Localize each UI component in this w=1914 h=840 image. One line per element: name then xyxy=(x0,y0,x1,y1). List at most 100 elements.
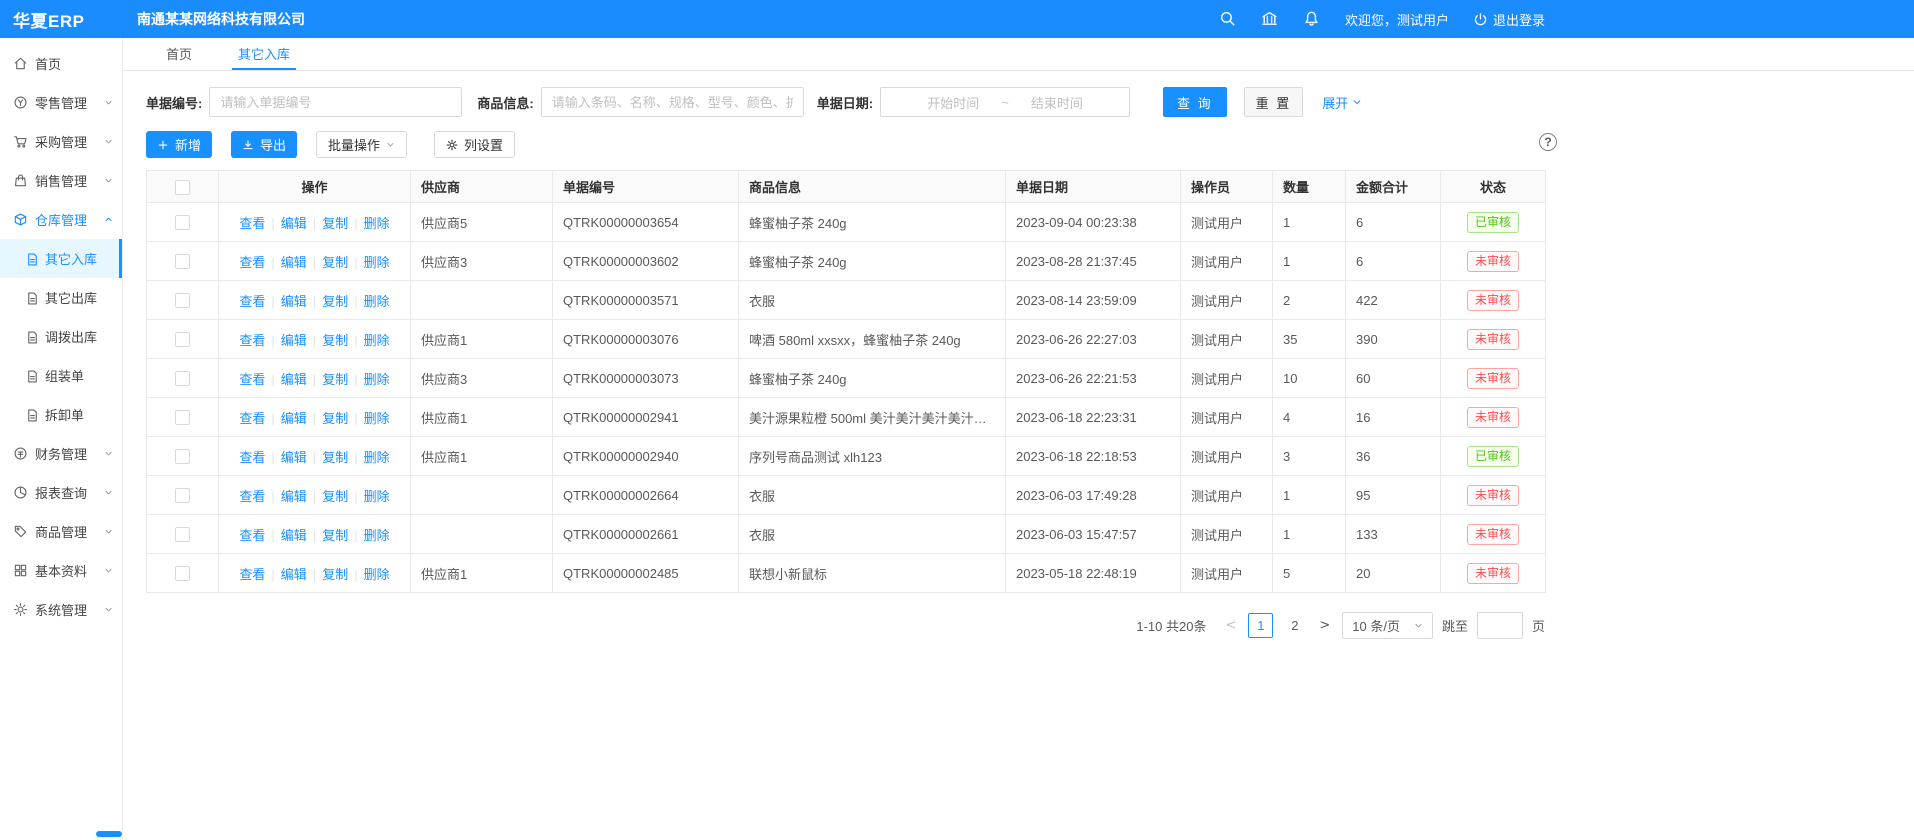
select-all-checkbox[interactable] xyxy=(175,180,190,195)
add-button[interactable]: 新增 xyxy=(146,131,212,158)
sidebar-item-purchase[interactable]: 采购管理 xyxy=(0,122,122,161)
row-action-copy[interactable]: 复制 xyxy=(322,255,348,270)
gear-icon xyxy=(13,602,28,617)
bell-icon[interactable] xyxy=(1303,10,1321,28)
row-action-copy[interactable]: 复制 xyxy=(322,489,348,504)
reset-button[interactable]: 重 置 xyxy=(1244,87,1304,117)
doc-icon xyxy=(25,330,38,343)
row-action-edit[interactable]: 编辑 xyxy=(281,411,307,426)
action-separator: | xyxy=(354,333,357,348)
tab-other-inbound[interactable]: 其它入库 xyxy=(232,38,296,70)
scrollbar-thumb[interactable] xyxy=(96,831,122,837)
row-action-delete[interactable]: 删除 xyxy=(364,450,390,465)
row-checkbox[interactable] xyxy=(175,332,190,347)
row-checkbox[interactable] xyxy=(175,293,190,308)
row-action-view[interactable]: 查看 xyxy=(239,450,265,465)
row-action-copy[interactable]: 复制 xyxy=(322,372,348,387)
row-checkbox[interactable] xyxy=(175,410,190,425)
row-action-delete[interactable]: 删除 xyxy=(364,528,390,543)
row-checkbox[interactable] xyxy=(175,371,190,386)
row-action-copy[interactable]: 复制 xyxy=(322,528,348,543)
row-checkbox[interactable] xyxy=(175,527,190,542)
page-button-1[interactable]: 1 xyxy=(1248,613,1273,638)
row-checkbox[interactable] xyxy=(175,254,190,269)
sidebar-nav: 首页零售管理采购管理销售管理仓库管理其它入库其它出库调拨出库组装单拆卸单财务管理… xyxy=(0,38,123,840)
sidebar-item-disassembly[interactable]: 拆卸单 xyxy=(0,395,122,434)
row-action-delete[interactable]: 删除 xyxy=(364,567,390,582)
sidebar-item-retail[interactable]: 零售管理 xyxy=(0,83,122,122)
row-action-copy[interactable]: 复制 xyxy=(322,333,348,348)
row-action-edit[interactable]: 编辑 xyxy=(281,255,307,270)
prev-page-button[interactable]: < xyxy=(1222,618,1239,633)
sidebar-item-basic-data[interactable]: 基本资料 xyxy=(0,551,122,590)
row-checkbox[interactable] xyxy=(175,488,190,503)
sidebar-item-system[interactable]: 系统管理 xyxy=(0,590,122,629)
help-icon[interactable] xyxy=(1539,133,1557,151)
row-action-edit[interactable]: 编辑 xyxy=(281,333,307,348)
cell-amount: 422 xyxy=(1346,281,1441,320)
sidebar-item-sales[interactable]: 销售管理 xyxy=(0,161,122,200)
sidebar-item-finance[interactable]: 财务管理 xyxy=(0,434,122,473)
cell-quantity: 10 xyxy=(1273,359,1346,398)
batch-actions-button[interactable]: 批量操作 xyxy=(316,131,407,158)
page-button-2[interactable]: 2 xyxy=(1282,613,1307,638)
expand-link[interactable]: 展开 xyxy=(1322,93,1362,112)
date-range-picker[interactable]: 开始时间 ~ 结束时间 xyxy=(880,87,1130,117)
sidebar-item-assembly[interactable]: 组装单 xyxy=(0,356,122,395)
sidebar-item-warehouse[interactable]: 仓库管理 xyxy=(0,200,122,239)
row-action-view[interactable]: 查看 xyxy=(239,294,265,309)
search-button[interactable]: 查 询 xyxy=(1163,87,1227,117)
cell-status: 未审核 xyxy=(1441,320,1546,359)
row-action-view[interactable]: 查看 xyxy=(239,372,265,387)
row-action-view[interactable]: 查看 xyxy=(239,216,265,231)
row-action-delete[interactable]: 删除 xyxy=(364,216,390,231)
row-action-edit[interactable]: 编辑 xyxy=(281,216,307,231)
table-header-row: 操作供应商单据编号商品信息单据日期操作员数量金额合计状态 xyxy=(147,171,1546,203)
action-separator: | xyxy=(354,450,357,465)
next-page-button[interactable]: > xyxy=(1316,618,1333,633)
row-action-view[interactable]: 查看 xyxy=(239,489,265,504)
row-action-edit[interactable]: 编辑 xyxy=(281,567,307,582)
row-action-edit[interactable]: 编辑 xyxy=(281,372,307,387)
sidebar-item-reports[interactable]: 报表查询 xyxy=(0,473,122,512)
row-action-view[interactable]: 查看 xyxy=(239,255,265,270)
jump-page-input[interactable] xyxy=(1477,612,1523,639)
export-button[interactable]: 导出 xyxy=(231,131,297,158)
sidebar-item-goods[interactable]: 商品管理 xyxy=(0,512,122,551)
row-action-view[interactable]: 查看 xyxy=(239,567,265,582)
row-action-edit[interactable]: 编辑 xyxy=(281,294,307,309)
row-action-copy[interactable]: 复制 xyxy=(322,567,348,582)
row-action-view[interactable]: 查看 xyxy=(239,411,265,426)
row-action-delete[interactable]: 删除 xyxy=(364,255,390,270)
search-icon[interactable] xyxy=(1219,10,1237,28)
row-action-delete[interactable]: 删除 xyxy=(364,372,390,387)
row-action-copy[interactable]: 复制 xyxy=(322,411,348,426)
row-action-view[interactable]: 查看 xyxy=(239,528,265,543)
row-checkbox[interactable] xyxy=(175,449,190,464)
bank-icon[interactable] xyxy=(1261,10,1279,28)
row-checkbox[interactable] xyxy=(175,566,190,581)
row-checkbox[interactable] xyxy=(175,215,190,230)
row-action-copy[interactable]: 复制 xyxy=(322,294,348,309)
row-action-edit[interactable]: 编辑 xyxy=(281,450,307,465)
row-action-copy[interactable]: 复制 xyxy=(322,216,348,231)
sidebar-item-other-outbound[interactable]: 其它出库 xyxy=(0,278,122,317)
column-settings-button[interactable]: 列设置 xyxy=(434,131,515,158)
page-size-select[interactable]: 10 条/页 xyxy=(1342,612,1433,639)
sidebar-item-transfer-outbound[interactable]: 调拨出库 xyxy=(0,317,122,356)
row-action-delete[interactable]: 删除 xyxy=(364,333,390,348)
row-action-delete[interactable]: 删除 xyxy=(364,411,390,426)
row-action-delete[interactable]: 删除 xyxy=(364,489,390,504)
goods-info-input[interactable] xyxy=(541,87,804,117)
row-action-edit[interactable]: 编辑 xyxy=(281,489,307,504)
logout-button[interactable]: 退出登录 xyxy=(1473,10,1545,29)
row-action-view[interactable]: 查看 xyxy=(239,333,265,348)
tab-home[interactable]: 首页 xyxy=(160,38,198,70)
sidebar-item-home[interactable]: 首页 xyxy=(0,44,122,83)
bill-no-input[interactable] xyxy=(209,87,462,117)
row-action-copy[interactable]: 复制 xyxy=(322,450,348,465)
sidebar-item-other-inbound[interactable]: 其它入库 xyxy=(0,239,122,278)
purchase-icon xyxy=(13,134,28,149)
row-action-edit[interactable]: 编辑 xyxy=(281,528,307,543)
row-action-delete[interactable]: 删除 xyxy=(364,294,390,309)
